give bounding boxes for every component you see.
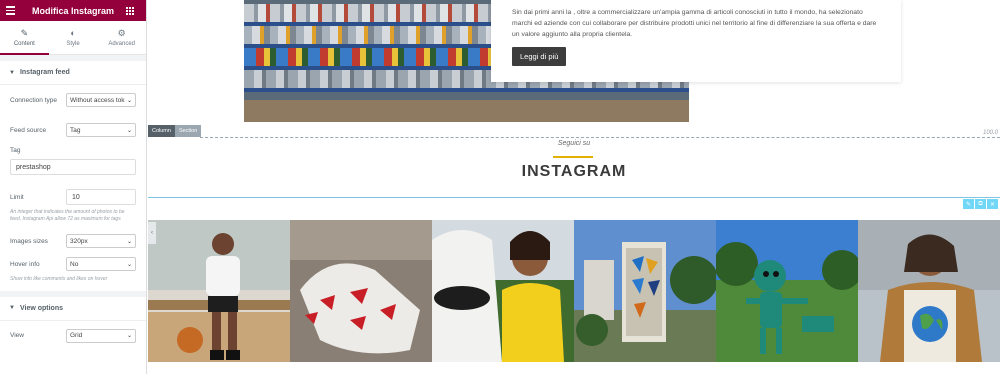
- limit-help: An integer that indicates the amount of …: [10, 209, 125, 222]
- connection-type-value: Without access tok: [70, 96, 125, 104]
- control-tag: Tag prestashop: [0, 145, 146, 175]
- about-text: Sin dai primi anni la , oltre a commerci…: [512, 9, 877, 38]
- hover-info-label: Hover info: [10, 260, 40, 268]
- chevron-down-icon: ⌄: [126, 261, 132, 268]
- section-divider: [200, 137, 1000, 138]
- section-instagram-feed[interactable]: ▼ Instagram feed: [0, 61, 146, 85]
- control-view: View Grid ⌄: [10, 321, 136, 351]
- chevron-down-icon: ⌄: [126, 238, 132, 245]
- tag-label: Tag: [10, 147, 21, 154]
- chevron-down-icon: ⌄: [126, 333, 132, 339]
- connection-type-select[interactable]: Without access tok ⌄: [66, 93, 136, 107]
- editor-panel: Modifica Instagram ✎ Content ◐ Style ⚙ A…: [0, 0, 147, 374]
- gear-icon: ⚙: [117, 27, 126, 38]
- section-view-options[interactable]: ▼ View options: [0, 296, 146, 321]
- instagram-photo[interactable]: [432, 220, 574, 362]
- chevron-down-icon: ⌄: [126, 97, 132, 104]
- section-tag[interactable]: Section: [174, 125, 202, 137]
- instagram-kicker: Seguici su: [557, 140, 591, 147]
- pencil-icon[interactable]: ✎: [963, 199, 974, 209]
- chevron-down-icon: ⌄: [126, 127, 132, 134]
- limit-input[interactable]: 10: [66, 189, 136, 205]
- collapse-panel-handle[interactable]: ‹: [148, 222, 156, 244]
- panel-title: Modifica Instagram: [31, 5, 114, 16]
- tab-advanced[interactable]: ⚙ Advanced: [97, 21, 146, 54]
- editor-canvas: Sin dai primi anni la , oltre a commerci…: [148, 0, 1000, 374]
- instagram-photo[interactable]: [574, 220, 716, 362]
- view-select[interactable]: Grid ⌄: [66, 328, 136, 343]
- control-limit: Limit 10 An integer that indicates the a…: [0, 175, 146, 222]
- view-value: Grid: [70, 332, 83, 339]
- section-view-options-label: View options: [19, 304, 63, 312]
- control-hover-info: Hover info No ⌄: [10, 256, 136, 272]
- title-underline: [553, 156, 593, 158]
- read-more-button[interactable]: Leggi di più: [512, 47, 567, 66]
- instagram-photo[interactable]: [716, 220, 858, 362]
- instagram-grid: [148, 220, 1000, 362]
- half-circle-icon: ◐: [70, 27, 76, 38]
- tab-style-label: Style: [66, 40, 80, 47]
- tab-style[interactable]: ◐ Style: [49, 21, 98, 54]
- control-connection-type: Connection type Without access tok ⌄: [10, 85, 136, 115]
- instagram-photo[interactable]: [148, 220, 290, 362]
- hover-info-help: Show info like comments and likes on hov…: [10, 276, 108, 282]
- width-label: 100.0: [982, 130, 998, 136]
- hover-info-select[interactable]: No ⌄: [66, 257, 136, 271]
- instagram-photo[interactable]: [858, 220, 1000, 362]
- copy-icon[interactable]: ⧉: [975, 199, 986, 209]
- feed-source-label: Feed source: [10, 126, 47, 134]
- instagram-photo[interactable]: [290, 220, 432, 362]
- panel-body: ▼ Instagram feed Connection type Without…: [0, 61, 146, 351]
- widget-toolbar: ✎ ⧉ ✕: [963, 199, 998, 209]
- column-section-handle[interactable]: Column Section: [148, 125, 202, 137]
- hover-info-value: No: [70, 260, 79, 268]
- tab-content-label: Content: [13, 40, 35, 47]
- control-images-sizes: Images sizes 320px ⌄: [10, 226, 136, 256]
- section-instagram-feed-label: Instagram feed: [19, 69, 70, 76]
- grid-icon[interactable]: [126, 6, 140, 15]
- feed-source-select[interactable]: Tag ⌄: [66, 123, 136, 137]
- instagram-title: INSTAGRAM: [521, 163, 627, 180]
- images-sizes-label: Images sizes: [10, 237, 48, 245]
- panel-header: Modifica Instagram: [0, 0, 146, 21]
- images-sizes-value: 320px: [70, 237, 88, 245]
- close-icon[interactable]: ✕: [987, 199, 998, 209]
- images-sizes-select[interactable]: 320px ⌄: [66, 234, 136, 248]
- connection-type-label: Connection type: [10, 96, 57, 104]
- widget-selection-outline: [148, 197, 1000, 198]
- view-label: View: [10, 332, 24, 339]
- panel-tabs: ✎ Content ◐ Style ⚙ Advanced: [0, 21, 146, 55]
- about-card: Sin dai primi anni la , oltre a commerci…: [491, 0, 901, 82]
- tab-advanced-label: Advanced: [108, 40, 136, 47]
- caret-down-icon: ▼: [9, 69, 15, 76]
- feed-source-value: Tag: [70, 126, 81, 134]
- hamburger-icon[interactable]: [6, 6, 20, 15]
- pencil-icon: ✎: [20, 27, 29, 38]
- column-tag[interactable]: Column: [148, 125, 175, 137]
- chevron-left-icon: ‹: [151, 230, 153, 236]
- limit-label: Limit: [10, 193, 24, 201]
- tag-input[interactable]: prestashop: [10, 159, 136, 175]
- caret-down-icon: ▼: [9, 305, 15, 311]
- tab-content[interactable]: ✎ Content: [0, 21, 49, 55]
- control-feed-source: Feed source Tag ⌄: [10, 115, 136, 145]
